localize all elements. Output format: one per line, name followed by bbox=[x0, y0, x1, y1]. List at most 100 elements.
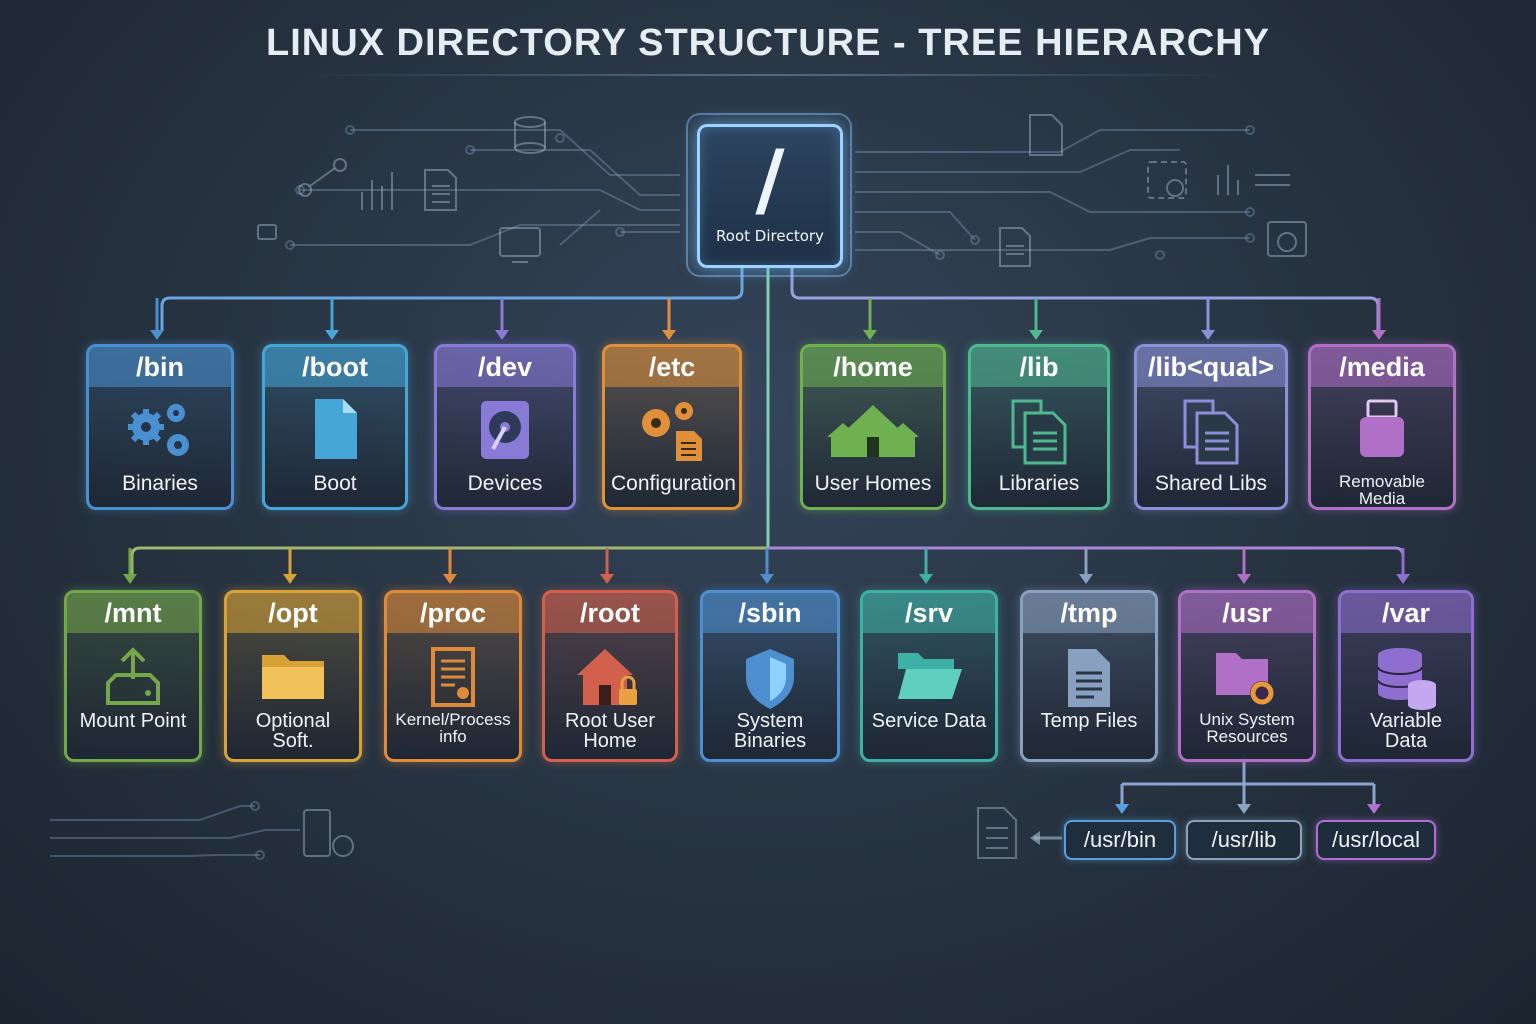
document-badge-icon bbox=[387, 645, 519, 711]
dir-description: Temp Files bbox=[1040, 710, 1138, 732]
documents-icon bbox=[1137, 397, 1285, 465]
root-label: Root Directory bbox=[716, 227, 824, 245]
dir-name: /var bbox=[1341, 593, 1471, 633]
arrow-sbin bbox=[760, 574, 774, 584]
file-icon bbox=[265, 397, 405, 463]
dir-description: Devices bbox=[467, 472, 543, 495]
dir-description: User Homes bbox=[814, 472, 932, 495]
dir-name: /mnt bbox=[67, 593, 199, 633]
arrow-doc bbox=[1030, 831, 1040, 845]
hard-disk-icon bbox=[437, 397, 573, 463]
dir-description: System Binaries bbox=[733, 710, 807, 752]
arrow-usr bbox=[1237, 574, 1251, 584]
dir-card-etc[interactable]: /etc Configuration bbox=[602, 344, 742, 510]
dir-name: /media bbox=[1311, 347, 1453, 387]
dir-card-boot[interactable]: /boot Boot bbox=[262, 344, 408, 510]
arrow-lib bbox=[1029, 330, 1043, 340]
arrow-usr-lib bbox=[1237, 804, 1251, 814]
usr-bin-node[interactable]: /usr/bin bbox=[1064, 820, 1176, 860]
dir-description: Root User Home bbox=[564, 710, 656, 752]
database-icon bbox=[1341, 645, 1471, 711]
dir-card-tmp[interactable]: /tmp Temp Files bbox=[1020, 590, 1158, 762]
dir-name: /lib bbox=[971, 347, 1107, 387]
usr-lib-label: /usr/lib bbox=[1211, 827, 1277, 852]
shield-icon bbox=[703, 645, 837, 711]
dir-card-mnt[interactable]: /mnt Mount Point bbox=[64, 590, 202, 762]
dir-name: /usr bbox=[1181, 593, 1313, 633]
arrow-usr-bin bbox=[1115, 804, 1129, 814]
arrow-boot bbox=[325, 330, 339, 340]
documents-icon bbox=[971, 397, 1107, 465]
file-text-icon bbox=[1023, 645, 1155, 711]
arrow-tmp bbox=[1079, 574, 1093, 584]
dir-description: Configuration bbox=[611, 472, 736, 495]
dir-name: /opt bbox=[227, 593, 359, 633]
dir-name: /etc bbox=[605, 347, 739, 387]
arrow-bin bbox=[150, 330, 164, 340]
arrow-srv bbox=[919, 574, 933, 584]
dir-card-media[interactable]: /media Removable Media bbox=[1308, 344, 1456, 510]
dir-name: /bin bbox=[89, 347, 231, 387]
dir-card-dev[interactable]: /dev Devices bbox=[434, 344, 576, 510]
dir-description: Libraries bbox=[998, 472, 1080, 495]
open-folder-icon bbox=[863, 645, 995, 705]
dir-description: Optional Soft. bbox=[255, 710, 331, 752]
dir-card-lib-qual[interactable]: /lib<qual> Shared Libs bbox=[1134, 344, 1288, 510]
dir-card-usr[interactable]: /usr Unix System Resources bbox=[1178, 590, 1316, 762]
dir-card-bin[interactable]: /bin Binaries bbox=[86, 344, 234, 510]
dir-description: Binaries bbox=[122, 472, 198, 495]
dir-name: /root bbox=[545, 593, 675, 633]
arrow-mnt bbox=[123, 574, 137, 584]
usb-drive-icon bbox=[1311, 397, 1453, 463]
dir-name: /sbin bbox=[703, 593, 837, 633]
arrow-etc bbox=[662, 330, 676, 340]
dir-name: /lib<qual> bbox=[1137, 347, 1285, 387]
dir-description: Kernel/Process info bbox=[395, 710, 511, 746]
usr-local-label: /usr/local bbox=[1331, 827, 1421, 852]
branch-left-row1 bbox=[160, 262, 744, 330]
dir-name: /boot bbox=[265, 347, 405, 387]
dir-name: /proc bbox=[387, 593, 519, 633]
houses-icon bbox=[803, 397, 943, 463]
dir-description: Unix System Resources bbox=[1199, 710, 1295, 746]
dir-card-root[interactable]: /root Root User Home bbox=[542, 590, 678, 762]
arrow-root bbox=[600, 574, 614, 584]
usr-bin-label: /usr/bin bbox=[1083, 827, 1157, 852]
dir-card-srv[interactable]: /srv Service Data bbox=[860, 590, 998, 762]
arrow-lib-qual bbox=[1201, 330, 1215, 340]
dir-card-lib[interactable]: /lib Libraries bbox=[968, 344, 1110, 510]
root-directory-node[interactable]: / Root Directory bbox=[697, 124, 843, 268]
folder-gear-icon bbox=[1181, 645, 1313, 711]
mount-upload-icon bbox=[67, 645, 199, 711]
config-gears-icon bbox=[605, 397, 739, 463]
dir-name: /home bbox=[803, 347, 943, 387]
dir-card-var[interactable]: /var Variable Data bbox=[1338, 590, 1474, 762]
dir-name: /srv bbox=[863, 593, 995, 633]
dir-description: Shared Libs bbox=[1154, 472, 1268, 495]
gears-icon bbox=[89, 397, 231, 463]
arrow-var bbox=[1396, 574, 1410, 584]
usr-local-node[interactable]: /usr/local bbox=[1316, 820, 1436, 860]
dir-card-home[interactable]: /home User Homes bbox=[800, 344, 946, 510]
dir-card-proc[interactable]: /proc Kernel/Process info bbox=[384, 590, 522, 762]
usr-branch bbox=[1120, 756, 1376, 806]
usr-lib-node[interactable]: /usr/lib bbox=[1186, 820, 1302, 860]
arrow-dev bbox=[495, 330, 509, 340]
arrow-opt bbox=[283, 574, 297, 584]
dir-description: Boot bbox=[313, 472, 357, 495]
house-lock-icon bbox=[545, 645, 675, 711]
dir-card-opt[interactable]: /opt Optional Soft. bbox=[224, 590, 362, 762]
root-symbol: / bbox=[755, 133, 785, 226]
arrow-proc bbox=[443, 574, 457, 584]
dir-description: Mount Point bbox=[79, 710, 187, 732]
arrow-home bbox=[863, 330, 877, 340]
dir-description: Removable Media bbox=[1339, 472, 1425, 508]
dir-card-sbin[interactable]: /sbin System Binaries bbox=[700, 590, 840, 762]
arrow-usr-local bbox=[1367, 804, 1381, 814]
branch-right-row1 bbox=[790, 262, 1380, 330]
folder-icon bbox=[227, 645, 359, 705]
dir-description: Service Data bbox=[871, 710, 987, 732]
dir-name: /dev bbox=[437, 347, 573, 387]
arrow-media bbox=[1372, 330, 1386, 340]
dir-name: /tmp bbox=[1023, 593, 1155, 633]
